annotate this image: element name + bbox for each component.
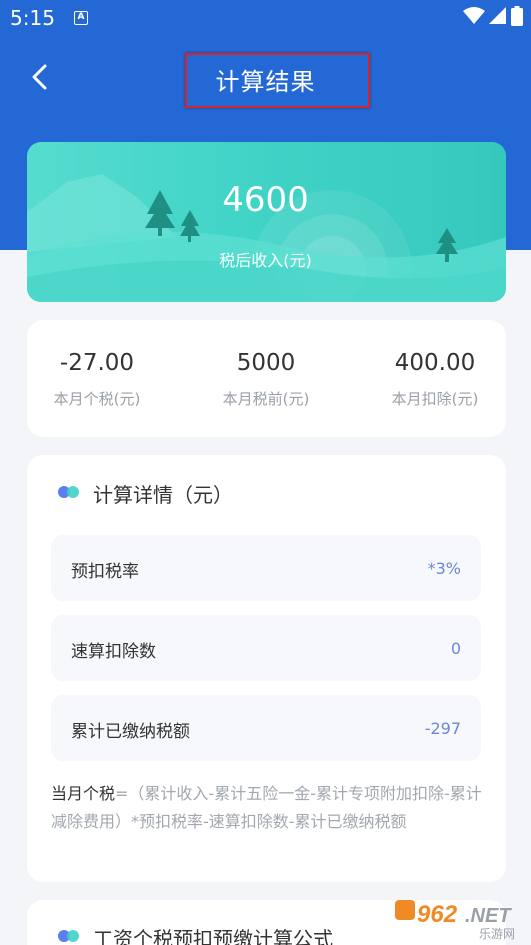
notification-icon: A: [74, 11, 88, 25]
net-income-value: 4600: [222, 180, 309, 220]
summary-label: 本月扣除(元): [391, 390, 479, 408]
battery-icon: [511, 6, 523, 26]
detail-row-value: 0: [450, 639, 461, 658]
hero-card: [27, 142, 506, 302]
formula-title: 工资个税预扣预缴计算公式: [93, 927, 333, 945]
detail-row-rate: 预扣税率 *3%: [51, 535, 481, 601]
details-card: 计算详情（元） 预扣税率 *3% 速算扣除数 0 累计已缴纳税额 -297 当月…: [27, 455, 506, 882]
detail-row-label: 速算扣除数: [71, 642, 156, 662]
status-time: 5:15: [10, 6, 55, 30]
title-highlight-box: [185, 53, 370, 108]
svg-text:.NET: .NET: [465, 905, 512, 927]
watermark-icon: 962 .NET 乐游网: [395, 900, 515, 941]
detail-row-value: -297: [424, 719, 461, 738]
summary-item-pretax: 5000 本月税前(元): [186, 350, 346, 409]
detail-row-value: *3%: [427, 559, 461, 578]
status-icons: [463, 6, 523, 26]
svg-text:962: 962: [417, 901, 458, 928]
details-title: 计算详情（元）: [93, 483, 233, 507]
summary-value: 5000: [236, 350, 296, 376]
section-dots-icon: [58, 930, 80, 942]
signal-icon: [489, 7, 506, 24]
summary-value: -27.00: [59, 350, 135, 376]
net-income-label: 税后收入(元): [219, 251, 312, 270]
wifi-icon: [463, 7, 485, 24]
status-bar: 5:15 A: [0, 0, 531, 36]
summary-card: -27.00 本月个税(元) 5000 本月税前(元) 400.00 本月扣除(…: [27, 320, 506, 437]
formula-note-head: 当月个税: [51, 784, 116, 803]
detail-row-paid-tax: 累计已缴纳税额 -297: [51, 695, 481, 761]
detail-row-label: 预扣税率: [71, 562, 139, 582]
section-dots-icon: [58, 486, 80, 498]
detail-row-label: 累计已缴纳税额: [71, 722, 190, 742]
formula-note-body: =（累计收入-累计五险一金-累计专项附加扣除-累计减除费用）*预扣税率-速算扣除…: [51, 784, 482, 831]
summary-item-deduction: 400.00 本月扣除(元): [355, 350, 515, 409]
summary-value: 400.00: [394, 350, 476, 376]
formula-note: 当月个税=（累计收入-累计五险一金-累计专项附加扣除-累计减除费用）*预扣税率-…: [51, 780, 483, 836]
svg-text:乐游网: 乐游网: [479, 927, 515, 941]
hero-illustration: [27, 174, 506, 302]
watermark-logo: 962 .NET 乐游网: [395, 892, 525, 942]
summary-item-tax: -27.00 本月个税(元): [17, 350, 177, 409]
detail-row-quick-deduction: 速算扣除数 0: [51, 615, 481, 681]
summary-label: 本月税前(元): [222, 390, 310, 408]
summary-label: 本月个税(元): [53, 390, 141, 408]
